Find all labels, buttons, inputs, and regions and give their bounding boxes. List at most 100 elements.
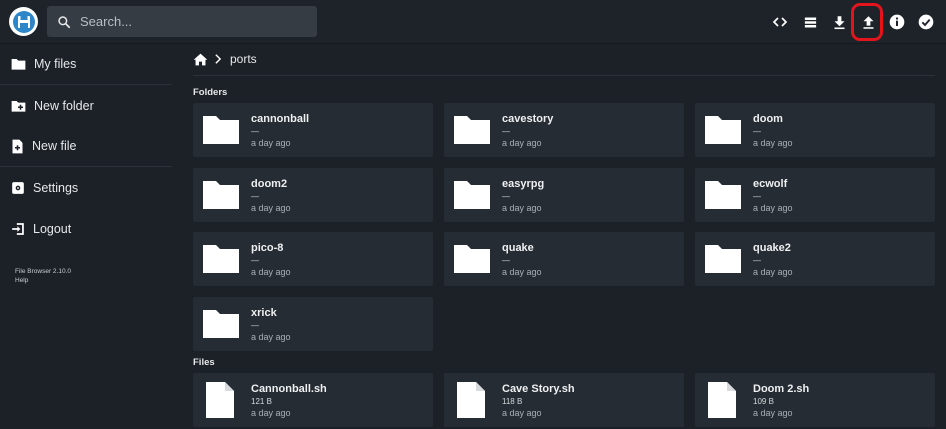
info-icon	[889, 14, 905, 30]
folder-item[interactable]: xrick — a day ago	[193, 297, 433, 351]
floppy-disk-icon	[12, 10, 35, 33]
item-size: —	[502, 192, 510, 201]
folder-icon	[705, 245, 741, 273]
check-circle-icon	[918, 14, 934, 30]
item-name: Cannonball.sh	[251, 383, 327, 395]
folder-item[interactable]: ecwolf — a day ago	[695, 168, 935, 222]
sidebar-divider	[0, 84, 172, 85]
info-button[interactable]	[883, 8, 911, 36]
breadcrumb-item-ports[interactable]: ports	[230, 52, 257, 66]
file-item[interactable]: Cannonball.sh 121 B a day ago	[193, 373, 433, 427]
sidebar-item-logout[interactable]: Logout	[0, 209, 172, 249]
item-size: 118 B	[502, 397, 523, 406]
item-modified: a day ago	[251, 408, 291, 418]
sidebar-item-new-folder[interactable]: New folder	[0, 86, 172, 126]
file-icon	[206, 382, 234, 418]
version-label: File Browser 2.10.0	[15, 268, 71, 275]
item-modified: a day ago	[502, 267, 542, 277]
folder-icon	[203, 116, 239, 144]
folder-icon	[705, 116, 741, 144]
list-view-icon	[804, 17, 816, 27]
sidebar-item-my-files[interactable]: My files	[0, 44, 172, 84]
folder-icon	[203, 245, 239, 273]
item-name: cannonball	[251, 113, 310, 125]
folders-heading: Folders	[193, 87, 228, 98]
folder-icon	[203, 181, 239, 209]
file-browser-logo[interactable]	[9, 7, 38, 36]
sidebar-divider	[0, 166, 172, 167]
sidebar-item-label: Settings	[33, 181, 79, 195]
chevron-right-icon	[215, 54, 222, 64]
folder-icon	[454, 116, 490, 144]
item-modified: a day ago	[753, 138, 793, 148]
file-item[interactable]: Cave Story.sh 118 B a day ago	[444, 373, 684, 427]
item-size: —	[251, 321, 259, 330]
folder-item[interactable]: doom — a day ago	[695, 103, 935, 157]
item-size: —	[251, 127, 259, 136]
folder-item[interactable]: quake — a day ago	[444, 232, 684, 286]
help-link[interactable]: Help	[15, 277, 28, 284]
item-modified: a day ago	[502, 203, 542, 213]
sidebar: My files New folder New file Settings Lo…	[0, 44, 172, 429]
upload-highlight-annotation	[851, 3, 883, 41]
item-size: —	[502, 256, 510, 265]
home-icon[interactable]	[193, 53, 208, 66]
code-button[interactable]	[766, 8, 794, 36]
file-icon	[457, 382, 485, 418]
item-name: quake	[502, 242, 534, 254]
view-toggle-button[interactable]	[796, 8, 824, 36]
item-size: —	[251, 256, 259, 265]
item-name: quake2	[753, 242, 791, 254]
breadcrumb: ports	[193, 48, 257, 70]
folder-icon	[454, 245, 490, 273]
sidebar-item-label: New folder	[34, 99, 94, 113]
folder-item[interactable]: easyrpg — a day ago	[444, 168, 684, 222]
folder-item[interactable]: cannonball — a day ago	[193, 103, 433, 157]
item-modified: a day ago	[502, 138, 542, 148]
search-icon	[58, 15, 71, 28]
search-input[interactable]	[80, 14, 300, 29]
item-name: xrick	[251, 307, 277, 319]
file-icon	[708, 382, 736, 418]
item-size: —	[502, 127, 510, 136]
item-size: 121 B	[251, 397, 272, 406]
file-item[interactable]: Doom 2.sh 109 B a day ago	[695, 373, 935, 427]
item-name: easyrpg	[502, 178, 545, 190]
item-size: 109 B	[753, 397, 774, 406]
item-modified: a day ago	[251, 138, 291, 148]
select-multiple-button[interactable]	[912, 8, 940, 36]
files-heading: Files	[193, 357, 215, 368]
item-modified: a day ago	[753, 203, 793, 213]
folder-item[interactable]: pico-8 — a day ago	[193, 232, 433, 286]
sidebar-item-label: New file	[32, 139, 77, 153]
item-name: pico-8	[251, 242, 284, 254]
item-name: Doom 2.sh	[753, 383, 810, 395]
folder-icon	[454, 181, 490, 209]
folder-icon	[203, 310, 239, 338]
item-modified: a day ago	[251, 203, 291, 213]
sidebar-item-settings[interactable]: Settings	[0, 168, 172, 208]
item-size: —	[753, 192, 761, 201]
item-size: —	[251, 192, 259, 201]
folder-icon	[705, 181, 741, 209]
search-box[interactable]	[47, 6, 317, 37]
breadcrumb-divider	[193, 75, 935, 76]
item-name: ecwolf	[753, 178, 788, 190]
sidebar-item-label: My files	[34, 57, 77, 71]
item-modified: a day ago	[502, 408, 542, 418]
folder-item[interactable]: doom2 — a day ago	[193, 168, 433, 222]
download-button[interactable]	[825, 8, 853, 36]
item-modified: a day ago	[251, 332, 291, 342]
sidebar-item-new-file[interactable]: New file	[0, 126, 172, 166]
item-name: doom2	[251, 178, 288, 190]
item-modified: a day ago	[753, 408, 793, 418]
code-icon	[772, 17, 788, 27]
folder-item[interactable]: cavestory — a day ago	[444, 103, 684, 157]
settings-icon	[12, 182, 24, 194]
folder-item[interactable]: quake2 — a day ago	[695, 232, 935, 286]
item-size: —	[753, 256, 761, 265]
new-folder-icon	[11, 101, 26, 112]
item-name: doom	[753, 113, 783, 125]
top-bar	[0, 0, 946, 44]
download-icon	[834, 15, 844, 29]
